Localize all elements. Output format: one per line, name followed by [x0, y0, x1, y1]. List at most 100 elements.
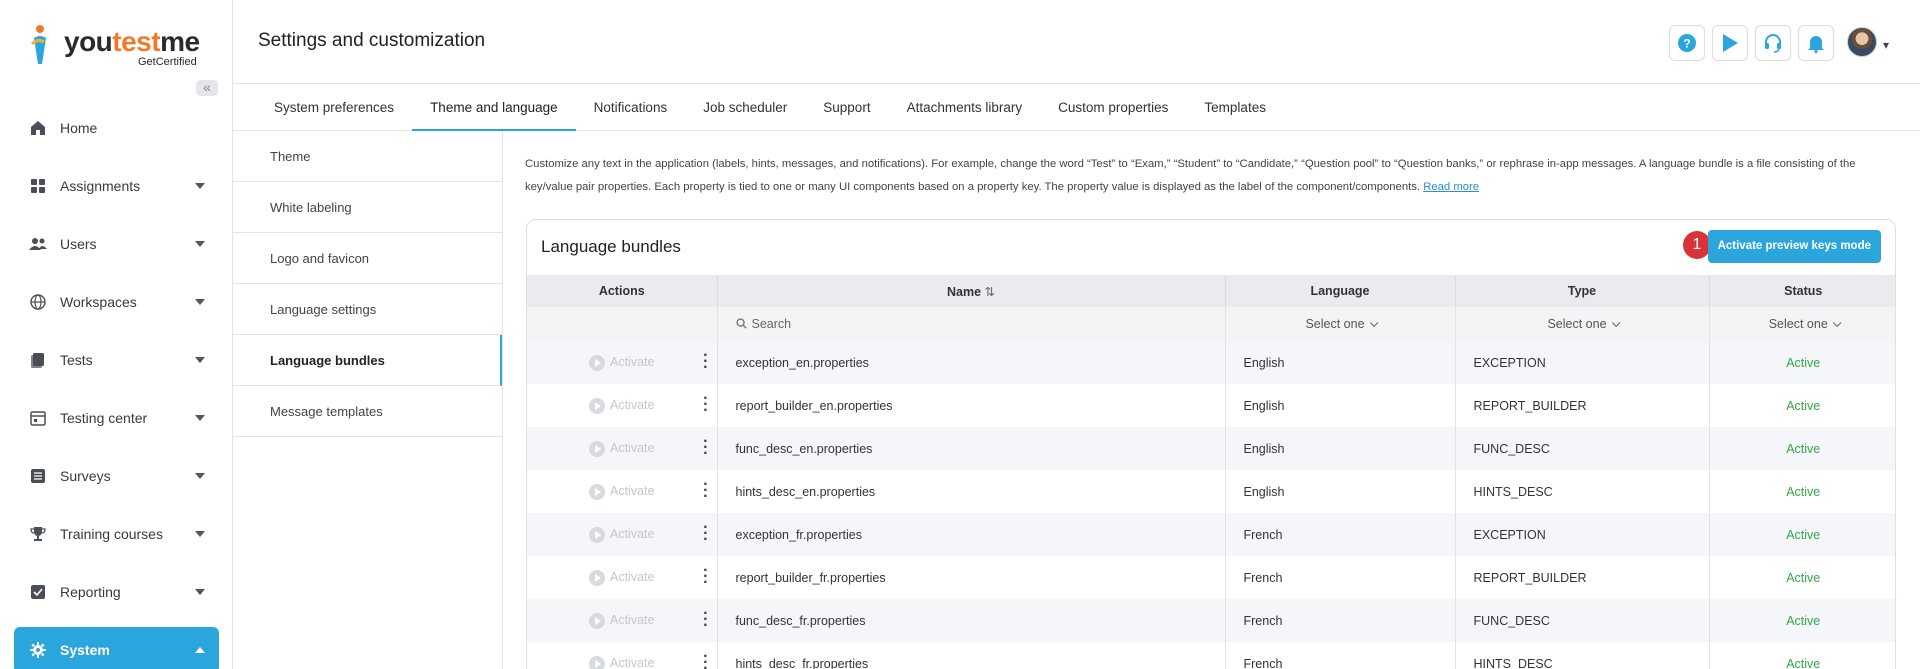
sidebar-item-home[interactable]: Home: [14, 105, 219, 151]
sidebar-item-training-courses[interactable]: Training courses: [14, 511, 219, 557]
sidebar-item-surveys[interactable]: Surveys: [14, 453, 219, 499]
status-filter-select[interactable]: Select one: [1709, 307, 1895, 341]
sidebar-item-testing-center[interactable]: Testing center: [14, 395, 219, 441]
globe-icon: [28, 292, 48, 312]
tab-theme-and-language[interactable]: Theme and language: [412, 85, 576, 131]
table-row: Activate · · · func_desc_fr.properties French…: [527, 599, 1895, 642]
logo-text: youtestme: [64, 26, 200, 57]
bundle-name[interactable]: hints_desc_fr.properties: [717, 642, 1226, 669]
more-options-icon[interactable]: · · ·: [703, 563, 708, 591]
sidebar-item-reporting[interactable]: Reporting: [14, 569, 219, 615]
collapse-sidebar-button[interactable]: «: [196, 80, 218, 96]
sidebar-item-tests[interactable]: Tests: [14, 337, 219, 383]
bundle-name[interactable]: hints_desc_en.properties: [717, 470, 1226, 513]
read-more-link[interactable]: Read more: [1423, 181, 1479, 193]
activate-preview-keys-button[interactable]: Activate preview keys mode: [1707, 230, 1881, 263]
search-icon: [735, 318, 747, 329]
name-search-input[interactable]: Search: [717, 307, 1226, 341]
tab-job-scheduler[interactable]: Job scheduler: [685, 85, 805, 131]
sidebar-item-label: Testing center: [60, 410, 148, 426]
sidebar-item-label: Users: [60, 236, 97, 252]
card-title: Language bundles: [541, 237, 681, 256]
row-actions-cell: Activate · · ·: [527, 384, 718, 427]
activate-button[interactable]: Activate: [589, 569, 655, 586]
main-content: Customize any text in the application (l…: [503, 131, 1920, 669]
tab-attachments-library[interactable]: Attachments library: [889, 85, 1041, 131]
tab-system-preferences[interactable]: System preferences: [256, 85, 412, 131]
bundle-name[interactable]: report_builder_en.properties: [717, 384, 1226, 427]
help-button[interactable]: ?: [1669, 25, 1705, 61]
logo[interactable]: youtestme GetCertified: [30, 22, 210, 72]
tests-icon: [28, 350, 48, 370]
play-circle-icon: [589, 612, 605, 629]
bundle-type: FUNC_DESC: [1455, 599, 1710, 642]
subnav-item-logo-and-favicon[interactable]: Logo and favicon: [233, 233, 502, 284]
support-button[interactable]: [1755, 25, 1791, 61]
more-options-icon[interactable]: · · ·: [703, 348, 708, 376]
more-options-icon[interactable]: · · ·: [703, 391, 708, 419]
language-filter-select[interactable]: Select one: [1225, 307, 1456, 341]
activate-button[interactable]: Activate: [589, 612, 654, 629]
bundle-type: REPORT_BUILDER: [1455, 384, 1710, 427]
bundle-language: French: [1225, 513, 1456, 556]
sidebar-item-workspaces[interactable]: Workspaces: [14, 279, 219, 325]
bundle-name[interactable]: func_desc_en.properties: [717, 427, 1226, 470]
header-status: Status: [1709, 275, 1895, 307]
header-name-label: Name: [946, 284, 982, 299]
subnav-item-language-settings[interactable]: Language settings: [233, 284, 502, 335]
activate-button[interactable]: Activate: [589, 397, 654, 414]
more-options-icon[interactable]: · · ·: [703, 434, 708, 462]
more-options-icon[interactable]: · · ·: [703, 520, 708, 548]
bundle-name[interactable]: exception_en.properties: [717, 341, 1226, 384]
chevron-down-icon: [195, 183, 205, 189]
tab-support[interactable]: Support: [805, 85, 888, 131]
more-options-icon[interactable]: · · ·: [703, 606, 708, 634]
double-chevron-left-icon: «: [203, 79, 211, 95]
sidebar-item-label: Surveys: [60, 468, 111, 484]
more-options-icon[interactable]: · · ·: [703, 477, 708, 505]
notifications-button[interactable]: [1798, 25, 1834, 61]
tab-custom-properties[interactable]: Custom properties: [1040, 85, 1186, 131]
row-actions-cell: Activate · · ·: [527, 470, 718, 513]
bundle-name[interactable]: report_builder_fr.properties: [717, 556, 1226, 599]
type-filter-select[interactable]: Select one: [1455, 307, 1710, 341]
play-tutorial-button[interactable]: [1712, 25, 1748, 61]
sort-icon[interactable]: ⇅: [985, 285, 995, 299]
sidebar: youtestme GetCertified « Home Assignments…: [0, 0, 233, 669]
activate-button[interactable]: Activate: [589, 354, 654, 371]
tab-templates[interactable]: Templates: [1186, 85, 1284, 131]
activate-button[interactable]: Activate: [589, 526, 654, 543]
table-row: Activate · · · report_builder_en.properties E…: [527, 384, 1895, 427]
chevron-down-icon[interactable]: ▾: [1883, 38, 1889, 52]
chevron-down-icon: [1369, 318, 1378, 328]
sidebar-item-system[interactable]: System: [14, 627, 219, 669]
header-name[interactable]: Name ⇅: [717, 275, 1226, 307]
subnav-item-white-labeling[interactable]: White labeling: [233, 182, 502, 233]
bundle-name[interactable]: func_desc_fr.properties: [717, 599, 1226, 642]
table-row: Activate · · · hints_desc_fr.properties Frenc…: [527, 642, 1895, 669]
gear-icon: [28, 640, 48, 660]
subnav-item-language-bundles[interactable]: Language bundles: [233, 335, 502, 386]
activate-label: Activate: [610, 440, 655, 455]
chevron-down-icon: [195, 415, 205, 421]
play-circle-icon: [589, 440, 605, 457]
tab-notifications[interactable]: Notifications: [576, 85, 686, 131]
more-options-icon[interactable]: · · ·: [703, 649, 708, 669]
sidebar-item-assignments[interactable]: Assignments: [14, 163, 219, 209]
activate-label: Activate: [610, 569, 655, 584]
description-text: Customize any text in the application (l…: [525, 158, 1856, 193]
bundle-language: English: [1225, 427, 1456, 470]
activate-button[interactable]: Activate: [589, 440, 655, 457]
sidebar-item-label: Workspaces: [60, 294, 137, 310]
subnav-item-message-templates[interactable]: Message templates: [233, 386, 502, 437]
sidebar-item-users[interactable]: Users: [14, 221, 219, 267]
play-circle-icon: [589, 569, 605, 586]
status-badge: Active: [1709, 384, 1895, 427]
activate-button[interactable]: Activate: [589, 655, 654, 669]
subnav-item-theme[interactable]: Theme: [233, 131, 502, 182]
row-actions-cell: Activate · · ·: [527, 341, 718, 384]
language-filter-value: Select one: [1305, 317, 1365, 331]
activate-button[interactable]: Activate: [589, 483, 654, 500]
bundle-name[interactable]: exception_fr.properties: [717, 513, 1226, 556]
user-avatar[interactable]: [1847, 27, 1877, 57]
